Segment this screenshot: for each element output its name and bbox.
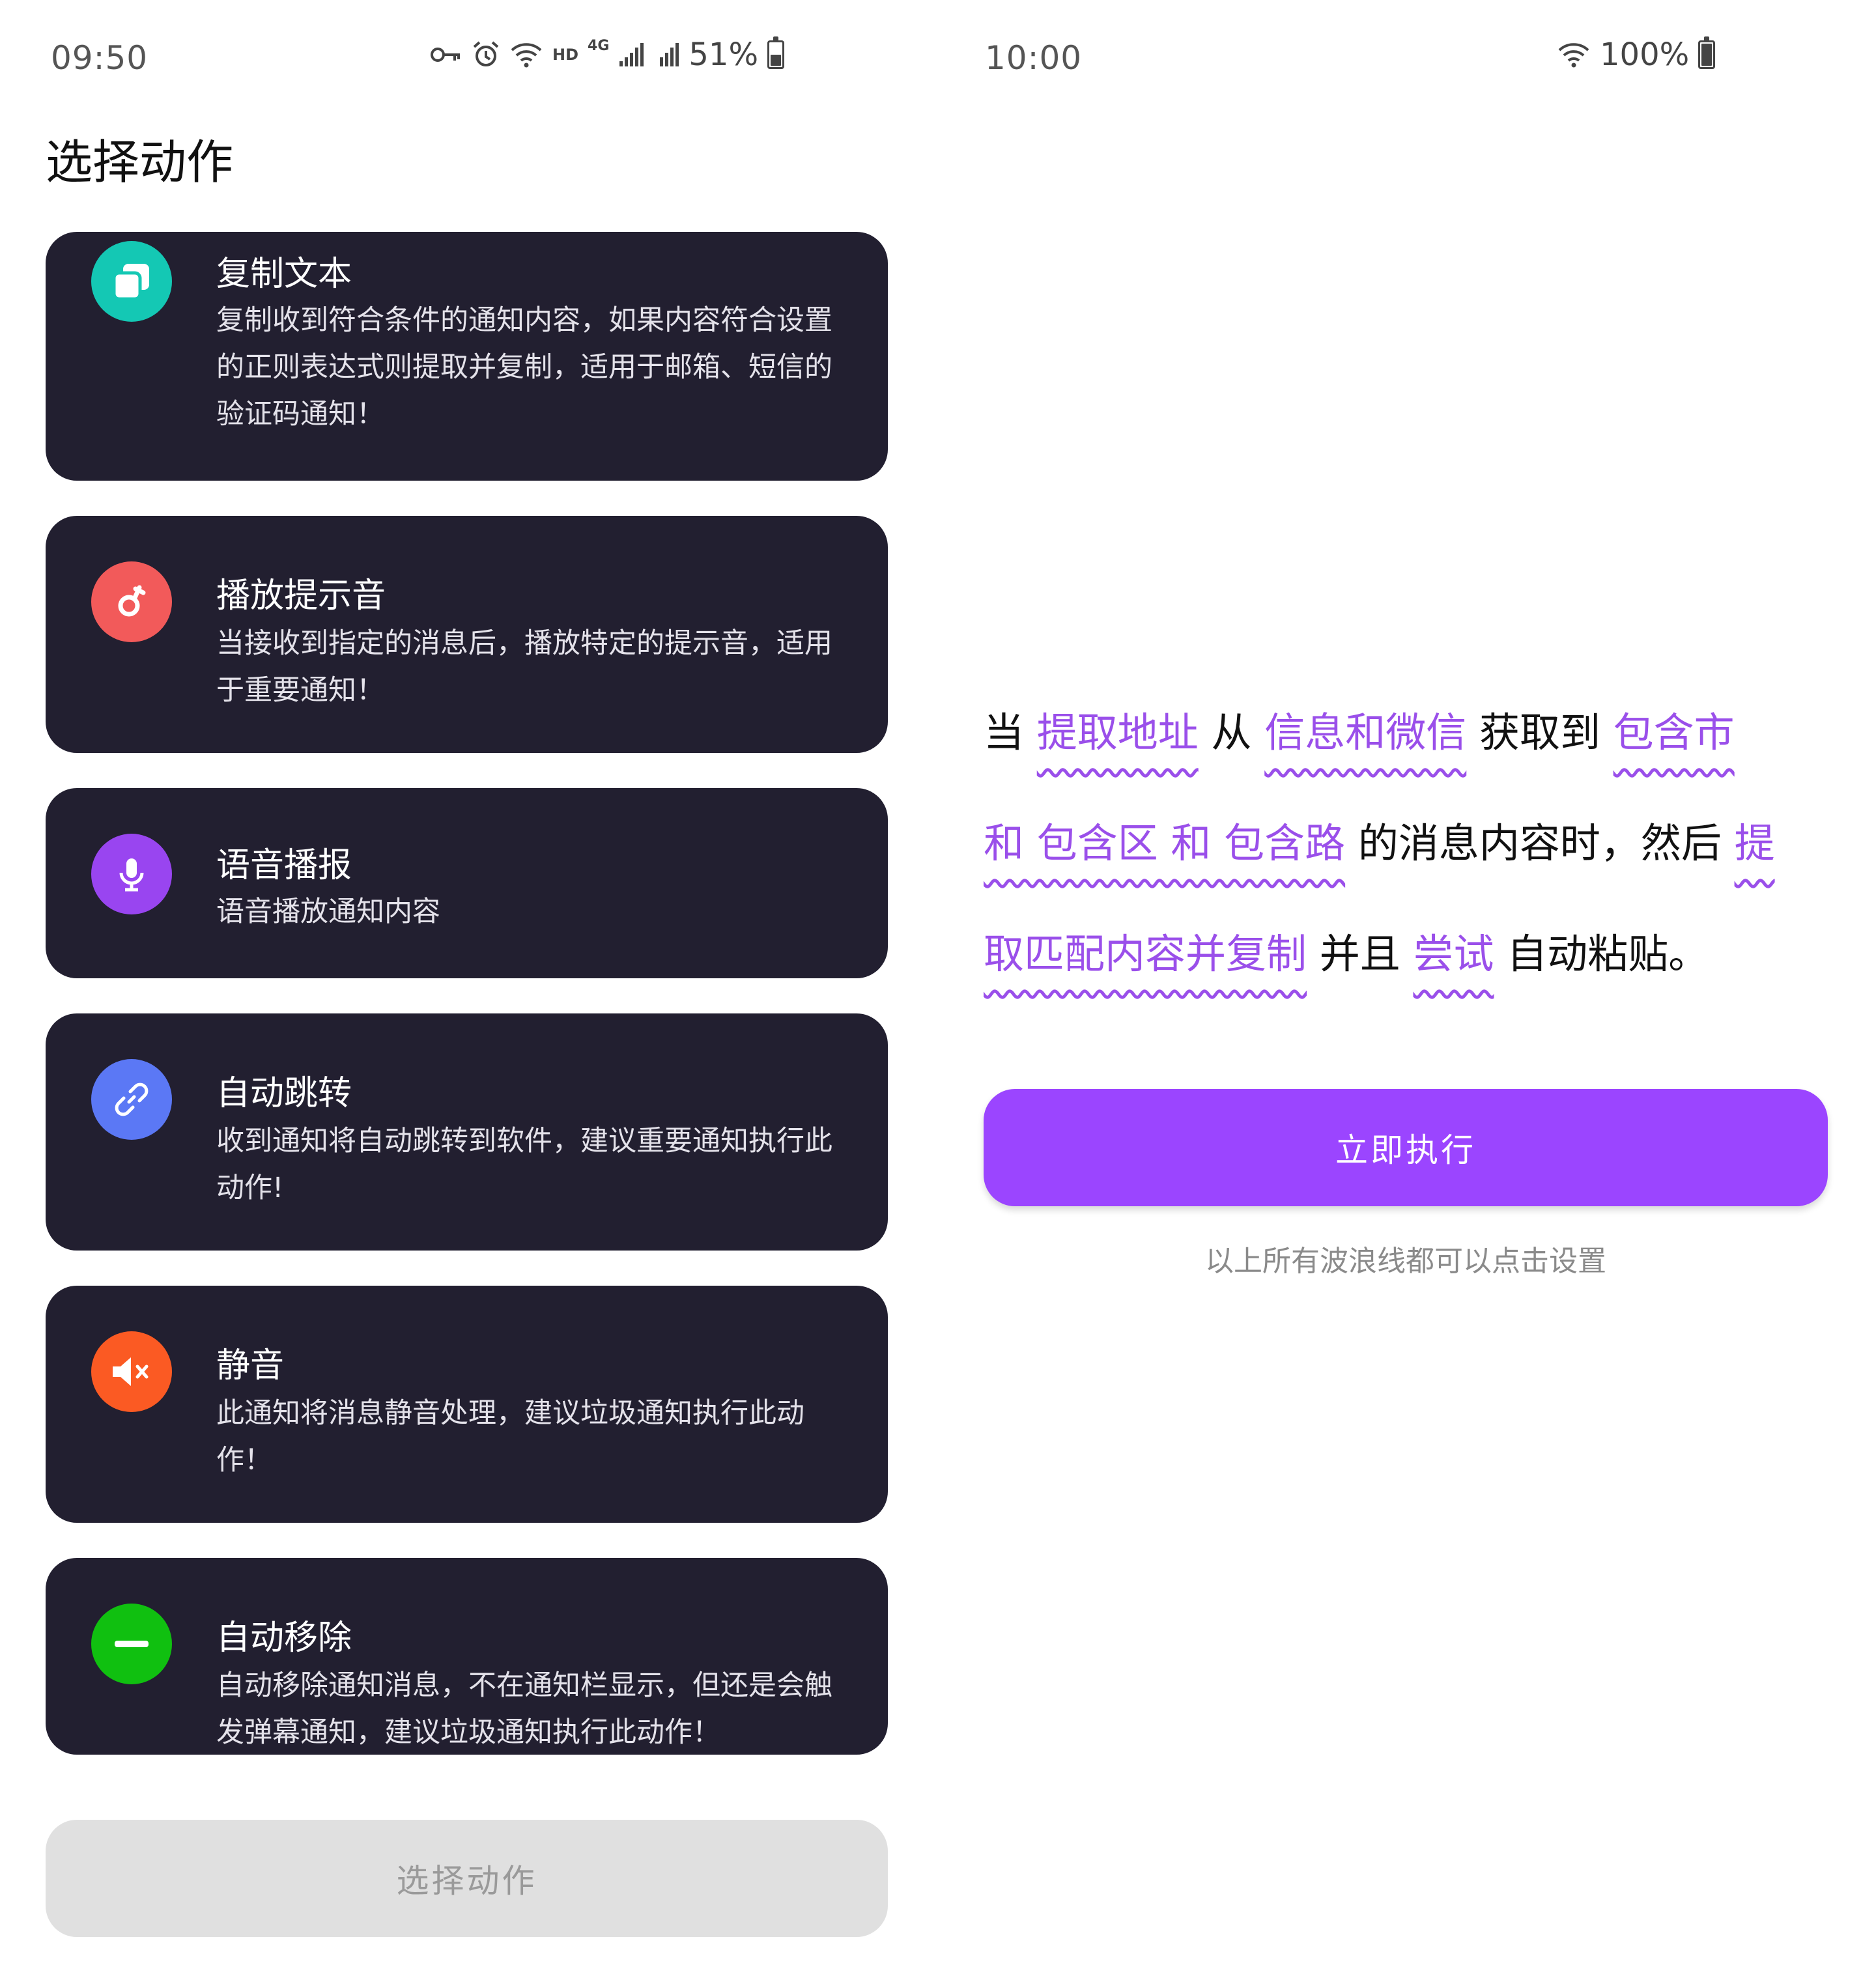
battery-text: 51% bbox=[689, 36, 759, 73]
action-title: 自动跳转 bbox=[216, 1074, 352, 1113]
text-received: 获取到 bbox=[1479, 709, 1600, 756]
sentence-line-3: 取匹配内容并复制 并且 尝试 自动粘贴。 bbox=[984, 899, 1843, 1010]
text-message-then: 的消息内容时，然后 bbox=[1357, 819, 1722, 867]
sentence-line-2: 和 包含区 和 包含路 的消息内容时，然后 提 bbox=[984, 788, 1843, 899]
text-auto-paste: 自动粘贴。 bbox=[1507, 930, 1709, 978]
hd-icon: HD bbox=[552, 46, 579, 64]
signal-icon bbox=[618, 42, 644, 68]
rule-sentence: 当 提取地址 从 信息和微信 获取到 包含市 和 包含区 和 包含路 的消息内容… bbox=[984, 677, 1843, 1010]
action-copy-text[interactable]: 复制文本 复制收到符合条件的通知内容，如果内容符合设置的正则表达式则提取并复制，… bbox=[46, 232, 888, 481]
link-condition[interactable]: 包含市 bbox=[1613, 709, 1735, 756]
link-action[interactable]: 提 bbox=[1735, 819, 1775, 867]
action-mute[interactable]: 静音 此通知将消息静音处理，建议垃圾通知执行此动作！ bbox=[46, 1286, 888, 1523]
link-icon bbox=[91, 1059, 172, 1140]
text-from: 从 bbox=[1211, 709, 1252, 756]
4g-signal-icon bbox=[653, 42, 679, 68]
action-title: 自动移除 bbox=[216, 1619, 352, 1658]
link-condition-cont[interactable]: 和 包含区 和 包含路 bbox=[984, 819, 1345, 867]
music-icon bbox=[91, 561, 172, 642]
alarm-icon bbox=[472, 40, 500, 69]
remove-icon bbox=[91, 1604, 172, 1684]
action-desc: 语音播放通知内容 bbox=[216, 896, 440, 928]
wifi-icon bbox=[1557, 41, 1591, 68]
action-title: 语音播报 bbox=[216, 846, 352, 885]
key-icon bbox=[430, 45, 462, 64]
sentence-line-1: 当 提取地址 从 信息和微信 获取到 包含市 bbox=[984, 677, 1843, 788]
link-try[interactable]: 尝试 bbox=[1413, 930, 1494, 978]
status-icons: 100% bbox=[1557, 36, 1716, 73]
copy-icon bbox=[91, 241, 172, 322]
hint-text: 以上所有波浪线都可以点击设置 bbox=[1205, 1245, 1606, 1278]
status-bar: 09:50 HD 4G 51% bbox=[0, 0, 938, 124]
link-source-apps[interactable]: 信息和微信 bbox=[1264, 709, 1466, 756]
link-action-cont[interactable]: 取匹配内容并复制 bbox=[984, 930, 1307, 978]
action-auto-remove[interactable]: 自动移除 自动移除通知消息，不在通知栏显示，但还是会触发弹幕通知，建议垃圾通知执… bbox=[46, 1558, 888, 1755]
action-title: 静音 bbox=[216, 1346, 285, 1385]
link-extract-address[interactable]: 提取地址 bbox=[1037, 709, 1199, 756]
4g-icon: 4G bbox=[588, 38, 610, 54]
battery-text: 100% bbox=[1600, 36, 1690, 73]
action-desc: 复制收到符合条件的通知内容，如果内容符合设置的正则表达式则提取并复制，适用于邮箱… bbox=[216, 304, 832, 431]
battery-icon bbox=[767, 36, 785, 69]
status-time: 09:50 bbox=[51, 39, 149, 77]
action-desc: 当接收到指定的消息后，播放特定的提示音，适用于重要通知！ bbox=[216, 627, 832, 707]
status-icons: HD 4G 51% bbox=[430, 36, 785, 73]
action-auto-jump[interactable]: 自动跳转 收到通知将自动跳转到软件，建议重要通知执行此动作! bbox=[46, 1013, 888, 1251]
text-and: 并且 bbox=[1319, 930, 1400, 978]
action-desc: 收到通知将自动跳转到软件，建议重要通知执行此动作! bbox=[216, 1125, 832, 1204]
action-play-sound[interactable]: 播放提示音 当接收到指定的消息后，播放特定的提示音，适用于重要通知！ bbox=[46, 516, 888, 753]
battery-icon bbox=[1698, 36, 1716, 69]
action-desc: 自动移除通知消息，不在通知栏显示，但还是会触发弹幕通知，建议垃圾通知执行此动作！ bbox=[216, 1669, 832, 1749]
status-time: 10:00 bbox=[985, 39, 1083, 77]
mute-icon bbox=[91, 1331, 172, 1412]
select-action-button[interactable]: 选择动作 bbox=[46, 1820, 888, 1937]
page-title: 选择动作 bbox=[46, 135, 234, 190]
text-when: 当 bbox=[984, 709, 1025, 756]
select-action-screen: 09:50 HD 4G 51% 选择动作 复制文本 复制收到符合条件的通知内容，… bbox=[0, 0, 938, 1980]
execute-now-button[interactable]: 立即执行 bbox=[984, 1089, 1828, 1206]
rule-summary-screen: 10:00 100% 当 提取地址 从 信息和微信 获取到 包含市 和 包含区 … bbox=[938, 0, 1876, 1980]
action-desc: 此通知将消息静音处理，建议垃圾通知执行此动作！ bbox=[216, 1397, 804, 1477]
action-title: 播放提示音 bbox=[216, 576, 386, 615]
action-title: 复制文本 bbox=[216, 255, 352, 294]
action-voice-broadcast[interactable]: 语音播报 语音播放通知内容 bbox=[46, 788, 888, 978]
microphone-icon bbox=[91, 834, 172, 914]
status-bar: 10:00 100% bbox=[938, 0, 1876, 124]
wifi-icon bbox=[509, 41, 543, 68]
